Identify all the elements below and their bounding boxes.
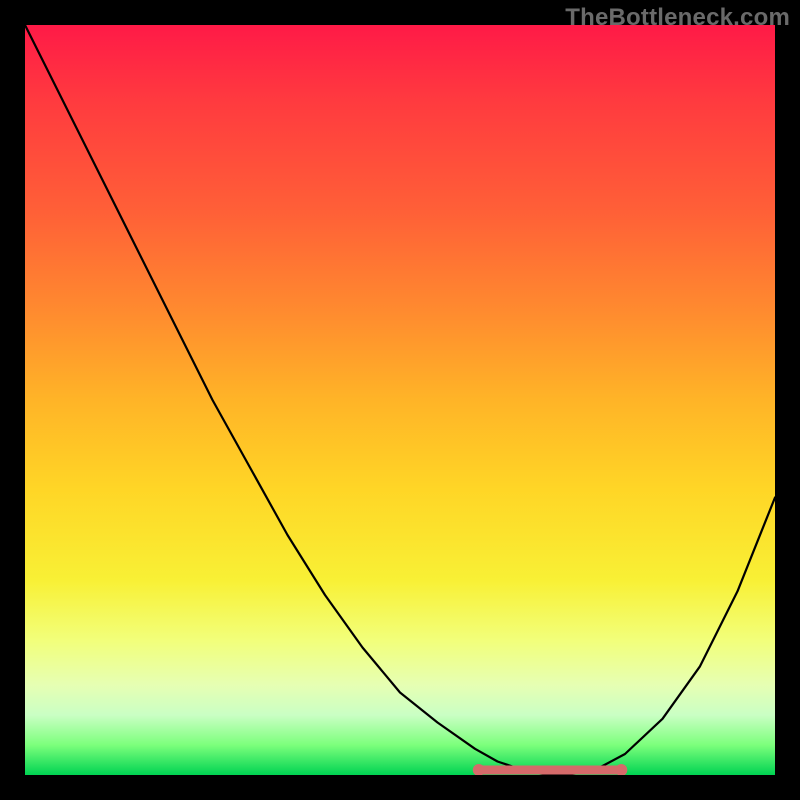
plot-area: [25, 25, 775, 775]
curve-layer: [25, 25, 775, 775]
bottleneck-curve: [25, 25, 775, 775]
watermark-text: TheBottleneck.com: [565, 4, 790, 32]
chart-canvas: TheBottleneck.com: [0, 0, 800, 800]
